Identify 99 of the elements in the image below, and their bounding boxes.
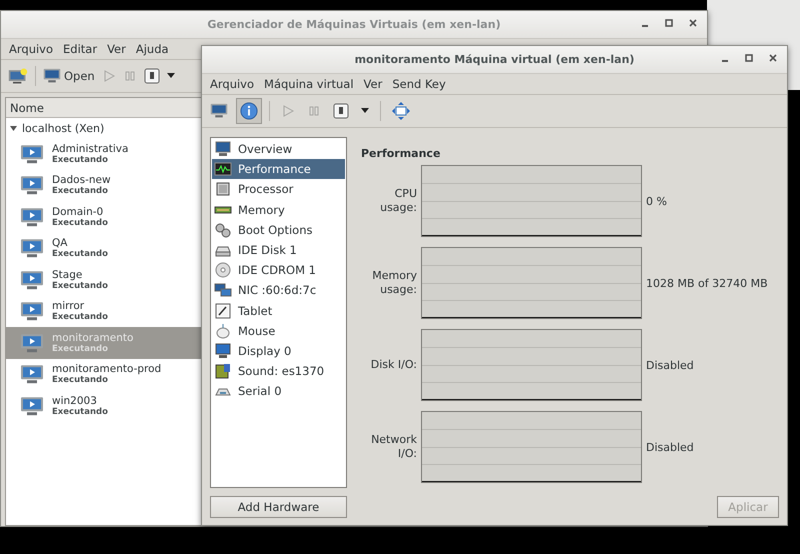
graph-label: Disk I/O: <box>370 358 417 372</box>
hardware-item[interactable]: Serial 0 <box>212 381 345 402</box>
vm-status: Executando <box>52 344 109 354</box>
menu-item[interactable]: Arquivo <box>206 77 258 91</box>
monitor-icon <box>43 68 61 84</box>
hardware-item[interactable]: Processor <box>212 179 345 200</box>
monitor-icon <box>214 141 232 158</box>
vm-running-icon <box>20 301 44 322</box>
vm-running-icon <box>20 206 44 227</box>
vm-row[interactable]: Administrativa Executando <box>6 138 201 170</box>
monitor-icon <box>214 342 232 359</box>
graph-reading: Disabled <box>646 358 695 372</box>
window-title: Gerenciador de Máquinas Virtuais (em xen-lan) <box>207 18 501 31</box>
tablet-icon <box>214 302 232 319</box>
menu-item[interactable]: Máquina virtual <box>260 77 358 91</box>
hardware-item[interactable]: Overview <box>212 139 345 160</box>
vm-row[interactable]: Stage Executando <box>6 264 201 296</box>
hardware-item[interactable]: Mouse <box>212 320 345 341</box>
vm-status: Executando <box>52 375 109 386</box>
vm-running-icon <box>20 270 44 290</box>
close-icon[interactable] <box>769 54 777 62</box>
vm-running-icon <box>20 175 44 196</box>
power-switch-icon <box>333 103 349 119</box>
vm-status: Executando <box>52 154 109 165</box>
network-icon <box>214 282 232 298</box>
vm-status: Executando <box>52 312 108 322</box>
menu-item[interactable]: Send Key <box>388 77 450 91</box>
vm-status: Executando <box>52 280 108 291</box>
pause-icon <box>307 104 321 118</box>
vm-name: monitoramento-prod <box>52 363 162 376</box>
close-icon[interactable] <box>689 19 697 27</box>
hardware-item[interactable]: Memory <box>212 200 345 220</box>
fullscreen-icon <box>392 102 410 120</box>
menu-item[interactable]: Ver <box>360 77 386 91</box>
vm-row[interactable]: monitoramento-prod Executando <box>6 358 201 390</box>
vm-status: Executando <box>52 249 108 260</box>
vm-running-icon <box>20 332 44 353</box>
chart-icon <box>214 161 232 178</box>
graph-label: CPU usage: <box>379 187 417 215</box>
caret-icon <box>166 73 175 79</box>
vm-name: Dados-new <box>52 174 111 186</box>
graph-reading: Disabled <box>646 440 695 454</box>
hardware-item[interactable]: Display 0 <box>212 340 345 362</box>
power-switch-icon <box>144 68 160 84</box>
section-title: Performance <box>361 147 442 160</box>
info-icon <box>240 102 258 120</box>
caret-icon <box>361 108 369 114</box>
graph-reading: 1028 MB of 32740 MB <box>646 276 769 290</box>
vm-name: monitoramento <box>52 332 134 344</box>
maximize-icon[interactable] <box>665 19 673 27</box>
vm-status: Executando <box>52 186 109 196</box>
vm-name: mirror <box>52 300 86 312</box>
hardware-item[interactable]: Performance <box>212 159 345 180</box>
hardware-item[interactable]: NIC :60:6d:7c <box>212 280 345 300</box>
graph-reading: 0 % <box>646 194 668 208</box>
add-hardware-button[interactable]: Add Hardware <box>210 496 347 518</box>
hardware-item[interactable]: IDE Disk 1 <box>212 240 345 260</box>
vm-row[interactable]: QA Executando <box>6 232 201 264</box>
maximize-icon[interactable] <box>745 54 753 62</box>
hardware-item[interactable]: IDE CDROM 1 <box>212 260 345 280</box>
vm-name: Domain-0 <box>52 206 104 218</box>
vm-status: Executando <box>52 218 108 228</box>
vm-status: Executando <box>52 406 108 417</box>
hardware-item[interactable]: Sound: es1370 <box>212 361 345 382</box>
hardware-item[interactable]: Boot Options <box>212 220 345 240</box>
monitor-icon <box>210 103 228 119</box>
pause-icon <box>122 69 137 83</box>
vm-running-icon <box>20 144 44 164</box>
vm-name: win2003 <box>52 394 98 407</box>
vm-running-icon <box>20 238 44 258</box>
menu-item[interactable]: Ajuda <box>132 42 173 56</box>
new-vm-icon <box>8 67 28 85</box>
menu-item[interactable]: Arquivo <box>5 42 58 56</box>
play-icon <box>102 69 116 83</box>
play-icon <box>281 104 295 118</box>
vm-running-icon <box>20 364 44 384</box>
window-title: monitoramento Máquina virtual (em xen-lan) <box>354 53 634 66</box>
menu-item[interactable]: Editar <box>59 42 102 56</box>
vm-name: QA <box>52 237 68 250</box>
vm-row[interactable]: Domain-0 Executando <box>6 201 201 232</box>
graph-label: Network I/O: <box>370 433 417 461</box>
sound-card-icon <box>214 363 232 380</box>
column-header[interactable]: Nome <box>6 98 201 118</box>
vm-name: Administrativa <box>52 142 128 155</box>
vm-row[interactable]: win2003 Executando <box>6 390 201 422</box>
expander-icon[interactable] <box>10 124 17 132</box>
host-name[interactable]: localhost (Xen) <box>22 122 104 134</box>
vm-row[interactable]: mirror Executando <box>6 296 201 327</box>
graph-label: Memory usage: <box>371 269 417 297</box>
cd-icon <box>214 262 232 278</box>
vm-name: Stage <box>52 268 82 281</box>
vm-row[interactable]: Dados-new Executando <box>6 170 201 201</box>
menu-item[interactable]: Ver <box>103 42 130 56</box>
mouse-icon <box>214 322 232 339</box>
chip-icon <box>214 181 232 198</box>
hardware-item[interactable]: Tablet <box>212 300 345 321</box>
open-button[interactable]: Open <box>40 63 98 89</box>
vm-running-icon <box>20 396 44 416</box>
details-button[interactable] <box>236 98 262 124</box>
